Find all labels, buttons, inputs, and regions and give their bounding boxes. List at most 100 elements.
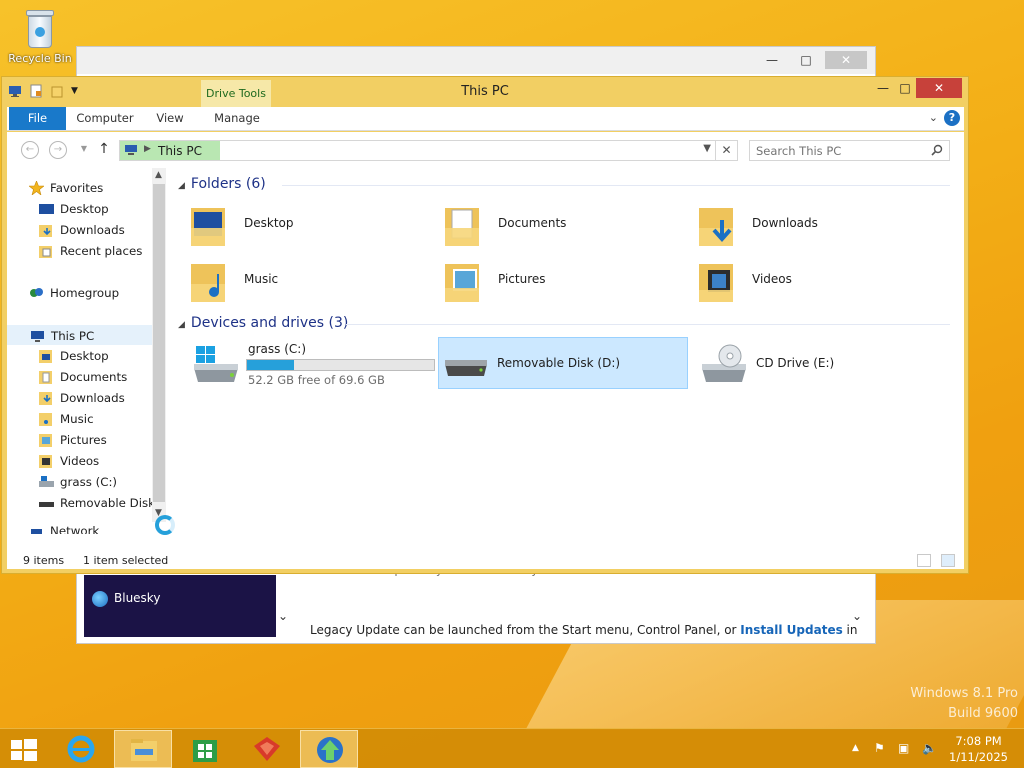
collapse-icon[interactable]: ◢ — [178, 181, 185, 191]
chevron-down-icon[interactable]: ⌄ — [278, 609, 288, 623]
taskbar-internet-explorer[interactable] — [52, 730, 110, 768]
nav-pc-music[interactable]: Music — [7, 409, 152, 429]
nav-pc-pictures[interactable]: Pictures — [7, 430, 152, 450]
nav-pc-videos[interactable]: Videos — [7, 451, 152, 471]
action-center-flag-icon[interactable]: ⚑ — [874, 741, 885, 755]
up-button[interactable]: ↑ — [95, 141, 113, 159]
window-title: This PC — [461, 84, 509, 99]
volume-icon[interactable]: 🔈 — [922, 741, 937, 755]
scrollbar-thumb[interactable] — [153, 184, 165, 502]
tab-file[interactable]: File — [9, 107, 66, 130]
tab-computer[interactable]: Computer — [73, 107, 137, 130]
star-icon — [28, 180, 45, 196]
nav-pc-drive-c[interactable]: grass (C:) — [7, 472, 152, 492]
help-icon[interactable]: ? — [944, 110, 960, 126]
nav-favorites-desktop[interactable]: Desktop — [7, 199, 152, 219]
address-current[interactable]: This PC — [158, 144, 202, 158]
folder-videos[interactable]: Videos — [698, 258, 948, 304]
bluesky-icon — [92, 591, 108, 607]
minimize-button[interactable]: — — [759, 51, 785, 69]
clock-time: 7:08 PM — [955, 734, 1002, 748]
windows-watermark: Windows 8.1 Pro Build 9600 — [910, 686, 1018, 721]
this-pc-icon — [124, 144, 138, 156]
install-updates-link[interactable]: Install Updates — [740, 623, 842, 637]
back-button[interactable]: ← — [21, 141, 39, 159]
taskbar: ▲ ⚑ ▣ 🔈 7:08 PM 1/11/2025 — [0, 728, 1024, 768]
sidebar-item-bluesky[interactable]: Bluesky — [114, 591, 160, 605]
background-window-titlebar[interactable] — [77, 47, 875, 74]
folders-group-header[interactable]: ◢ Folders (6) — [178, 176, 950, 192]
pictures-folder-icon — [444, 258, 482, 304]
close-button[interactable]: ✕ — [825, 51, 867, 69]
desktop-icon — [39, 202, 54, 216]
nav-network[interactable]: Network — [7, 524, 152, 534]
network-status-icon[interactable]: ▣ — [898, 741, 909, 755]
removable-disk-icon — [39, 496, 54, 510]
search-box[interactable] — [749, 140, 950, 161]
removable-disk-icon — [443, 350, 491, 392]
show-hidden-icons[interactable]: ▲ — [852, 743, 859, 753]
drive-free-space: 52.2 GB free of 69.6 GB — [248, 373, 385, 387]
collapse-icon[interactable]: ◢ — [178, 320, 185, 330]
nav-pane-scrollbar[interactable]: ▲ ▼ — [152, 168, 166, 522]
clear-address-icon[interactable]: ✕ — [715, 141, 737, 160]
address-bar[interactable]: ▶ This PC ▼ ✕ — [119, 140, 738, 161]
taskbar-store[interactable] — [176, 730, 234, 768]
downloads-folder-icon — [39, 223, 54, 237]
nav-favorites-recent-places[interactable]: Recent places — [7, 241, 152, 261]
recent-locations-icon[interactable]: ▼ — [75, 141, 93, 159]
maximize-button[interactable]: □ — [793, 51, 819, 69]
folder-downloads[interactable]: Downloads — [698, 202, 948, 248]
this-pc-icon — [30, 329, 45, 343]
recycle-bin-desktop-icon[interactable]: Recycle Bin — [6, 6, 74, 65]
titlebar[interactable]: ▼ Drive Tools This PC — □ ✕ — [2, 77, 968, 130]
nav-pc-desktop[interactable]: Desktop — [7, 346, 152, 366]
loading-spinner-icon — [155, 515, 175, 535]
nav-pc-documents[interactable]: Documents — [7, 367, 152, 387]
taskbar-file-explorer[interactable] — [114, 730, 172, 768]
folder-music[interactable]: Music — [190, 258, 440, 304]
taskbar-app-red[interactable] — [238, 730, 296, 768]
legacy-update-icon — [315, 735, 345, 765]
desktop-folder-icon — [39, 349, 54, 363]
chevron-down-icon[interactable]: ⌄ — [852, 609, 862, 623]
folder-pictures[interactable]: Pictures — [444, 258, 694, 304]
selection-count: 1 item selected — [83, 554, 169, 567]
large-icons-view-icon[interactable] — [941, 554, 955, 567]
close-button[interactable]: ✕ — [916, 78, 962, 98]
breadcrumb-arrow-icon[interactable]: ▶ — [144, 144, 151, 154]
tab-view[interactable]: View — [147, 107, 193, 130]
taskbar-legacy-update[interactable] — [300, 730, 358, 768]
search-input[interactable] — [756, 143, 926, 158]
system-clock[interactable]: 7:08 PM 1/11/2025 — [949, 733, 1008, 765]
details-view-icon[interactable] — [917, 554, 931, 567]
drive-d[interactable]: Removable Disk (D:) — [438, 337, 688, 389]
drive-c[interactable]: grass (C:) 52.2 GB free of 69.6 GB — [190, 338, 442, 390]
nav-favorites[interactable]: Favorites — [7, 178, 152, 198]
tab-manage[interactable]: Manage — [203, 107, 271, 130]
nav-pc-drive-d[interactable]: Removable Disk (D:) — [7, 493, 152, 513]
documents-folder-icon — [39, 370, 54, 384]
homegroup-icon — [29, 286, 44, 300]
nav-homegroup[interactable]: Homegroup — [7, 283, 152, 303]
expand-ribbon-icon[interactable]: ⌄ — [929, 111, 938, 124]
file-explorer-window[interactable]: ▼ Drive Tools This PC — □ ✕ File Compute… — [1, 76, 969, 574]
drives-group-header[interactable]: ◢ Devices and drives (3) — [178, 315, 950, 331]
nav-pc-downloads[interactable]: Downloads — [7, 388, 152, 408]
nav-favorites-downloads[interactable]: Downloads — [7, 220, 152, 240]
drive-usage-bar — [246, 359, 435, 371]
address-dropdown-icon[interactable]: ▼ — [703, 143, 711, 154]
folder-desktop[interactable]: Desktop — [190, 202, 440, 248]
scroll-up-icon[interactable]: ▲ — [155, 170, 162, 180]
start-button[interactable] — [10, 738, 38, 762]
internet-explorer-icon — [66, 734, 96, 764]
search-icon[interactable] — [931, 144, 943, 156]
nav-this-pc[interactable]: This PC — [7, 325, 152, 345]
navigation-pane: Favorites Desktop Downloads Recent place… — [7, 168, 152, 558]
drive-e[interactable]: CD Drive (E:) — [698, 338, 948, 390]
folder-documents[interactable]: Documents — [444, 202, 694, 248]
forward-button[interactable]: → — [49, 141, 67, 159]
windows-drive-icon — [192, 344, 240, 386]
downloads-folder-icon — [698, 202, 736, 248]
recycle-bin-label: Recycle Bin — [8, 52, 72, 65]
